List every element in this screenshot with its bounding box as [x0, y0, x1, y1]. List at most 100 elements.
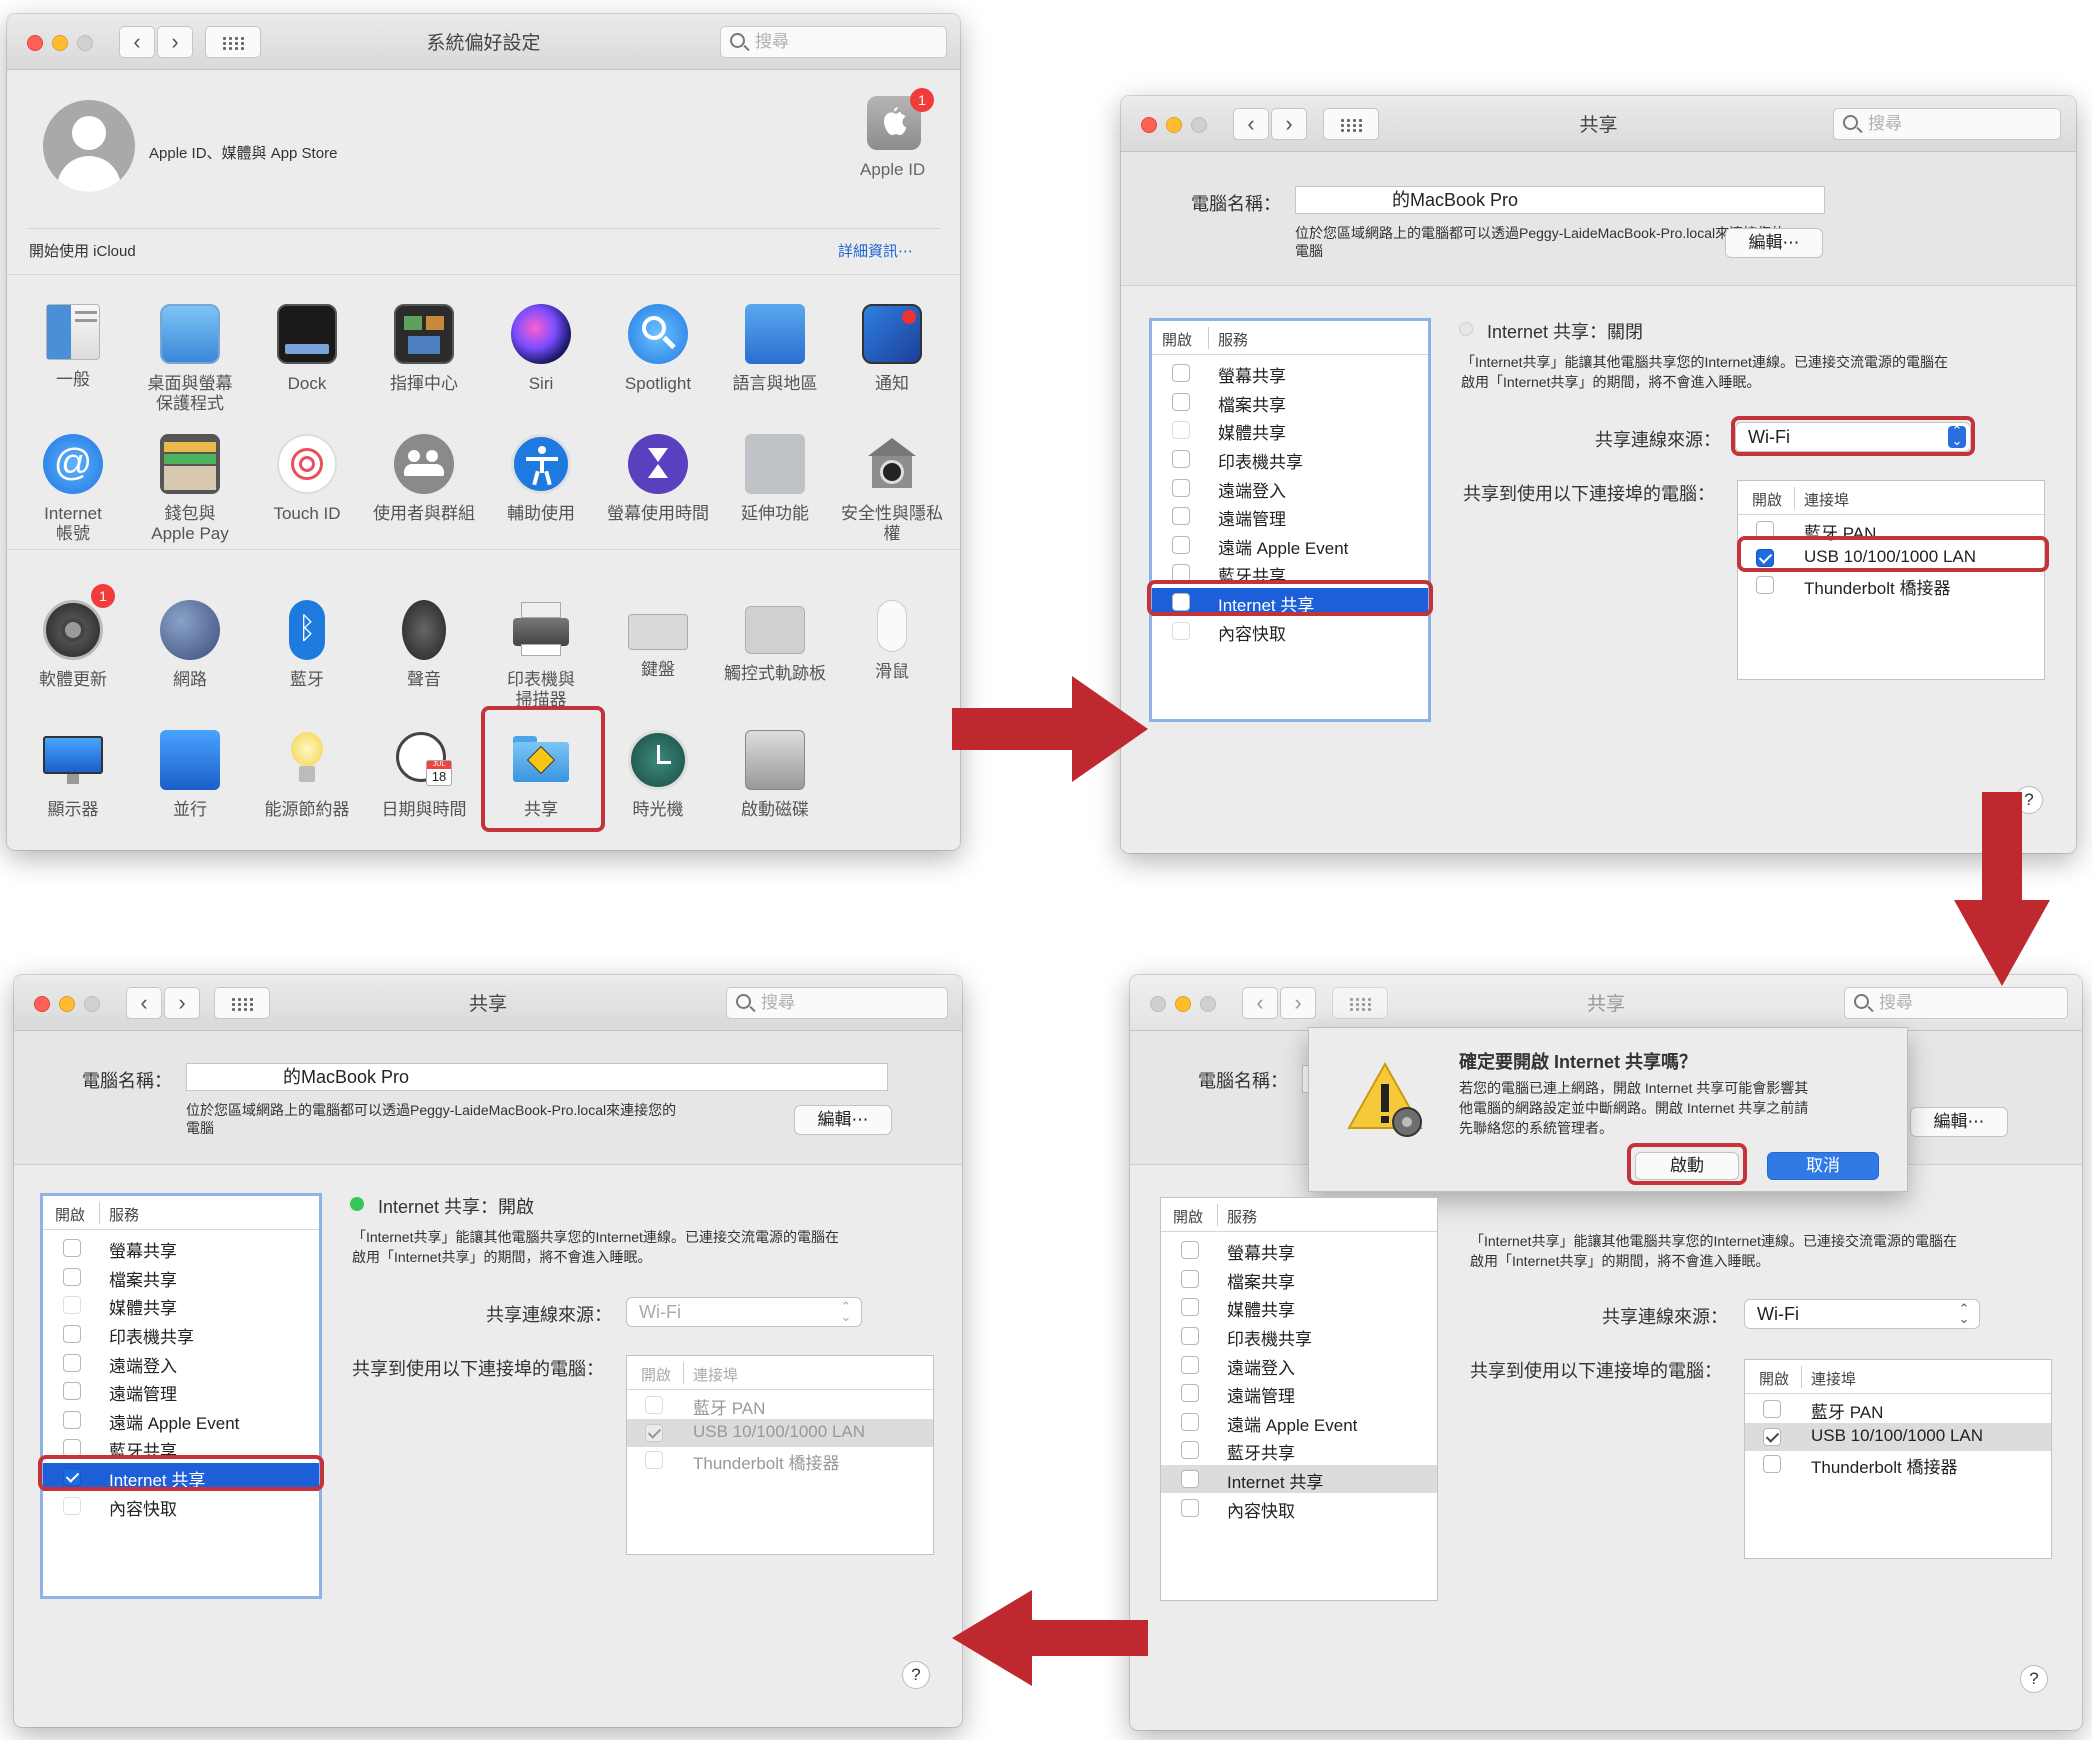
service-row[interactable]: 內容快取 — [1152, 617, 1428, 645]
port-row-usb[interactable]: USB 10/100/1000 LAN — [1745, 1423, 2051, 1451]
pref-touch-id[interactable]: Touch ID — [248, 434, 366, 524]
pref-security-privacy[interactable]: 安全性與隱私權 — [833, 434, 951, 544]
search-field[interactable]: 搜尋 — [726, 987, 948, 1019]
edit-button[interactable]: 編輯⋯ — [1910, 1107, 2008, 1137]
checkbox[interactable] — [1172, 507, 1190, 525]
pref-printers-scanners[interactable]: 印表機與 掃描器 — [482, 600, 600, 710]
pref-accessibility[interactable]: 輔助使用 — [482, 434, 600, 524]
service-row[interactable]: 內容快取 — [1161, 1494, 1437, 1522]
service-row[interactable]: 檔案共享 — [1161, 1265, 1437, 1293]
zoom-button[interactable] — [77, 35, 93, 51]
checkbox[interactable] — [63, 1411, 81, 1429]
checkbox[interactable] — [645, 1451, 663, 1469]
zoom-button[interactable] — [1191, 117, 1207, 133]
checkbox[interactable] — [1172, 393, 1190, 411]
back-button[interactable]: ‹ — [126, 987, 162, 1019]
service-row[interactable]: 螢幕共享 — [43, 1234, 319, 1262]
pref-wallet-applepay[interactable]: 錢包與 Apple Pay — [131, 434, 249, 544]
checkbox[interactable] — [1763, 1400, 1781, 1418]
checkbox[interactable] — [63, 1354, 81, 1372]
service-row[interactable]: 檔案共享 — [1152, 388, 1428, 416]
close-button[interactable] — [1141, 117, 1157, 133]
checkbox[interactable] — [1181, 1356, 1199, 1374]
service-row[interactable]: 遠端 Apple Event — [1152, 531, 1428, 559]
checkbox[interactable] — [1172, 421, 1190, 439]
port-row[interactable]: Thunderbolt 橋接器 — [1738, 571, 2044, 599]
pref-siri[interactable]: Siri — [482, 304, 600, 394]
source-popup[interactable]: Wi-Fi ⌃ ⌄ — [1744, 1299, 1980, 1329]
avatar[interactable] — [43, 100, 135, 192]
minimize-button[interactable] — [1175, 996, 1191, 1012]
service-row[interactable]: 藍牙共享 — [1161, 1436, 1437, 1464]
checkbox[interactable] — [63, 1325, 81, 1343]
checkbox[interactable] — [1181, 1441, 1199, 1459]
service-row[interactable]: 遠端 Apple Event — [43, 1406, 319, 1434]
checkbox[interactable] — [1763, 1455, 1781, 1473]
pref-network[interactable]: 網路 — [131, 600, 249, 690]
pref-sound[interactable]: 聲音 — [365, 600, 483, 690]
service-row-internet[interactable]: Internet 共享 — [1161, 1465, 1437, 1493]
forward-button[interactable]: › — [157, 26, 193, 58]
pref-sidecar[interactable]: 並行 — [131, 730, 249, 820]
edit-button[interactable]: 編輯⋯ — [794, 1105, 892, 1135]
details-link[interactable]: 詳細資訊⋯ — [838, 240, 913, 261]
pref-dock[interactable]: Dock — [248, 304, 366, 394]
pref-energy-saver[interactable]: 能源節約器 — [248, 730, 366, 820]
pref-spotlight[interactable]: Spotlight — [599, 304, 717, 394]
service-row[interactable]: 遠端 Apple Event — [1161, 1408, 1437, 1436]
search-field[interactable]: 搜尋 — [1844, 987, 2068, 1019]
pref-mission-control[interactable]: 指揮中心 — [365, 304, 483, 394]
show-all-grid-button[interactable] — [1332, 987, 1388, 1019]
zoom-button[interactable] — [84, 996, 100, 1012]
help-button[interactable]: ? — [902, 1661, 930, 1689]
forward-button[interactable]: › — [164, 987, 200, 1019]
back-button[interactable]: ‹ — [1233, 108, 1269, 140]
checkbox[interactable] — [1172, 622, 1190, 640]
port-row[interactable]: Thunderbolt 橋接器 — [627, 1446, 933, 1474]
help-button[interactable]: ? — [2020, 1665, 2048, 1693]
pref-general[interactable]: 一般 — [14, 304, 132, 390]
service-row[interactable]: 遠端登入 — [1152, 474, 1428, 502]
zoom-button[interactable] — [1200, 996, 1216, 1012]
show-all-grid-button[interactable] — [214, 987, 270, 1019]
computer-name-field[interactable]: 的MacBook Pro — [186, 1063, 888, 1091]
pref-mouse[interactable]: 滑鼠 — [833, 600, 951, 682]
port-row-usb[interactable]: USB 10/100/1000 LAN — [627, 1419, 933, 1447]
back-button[interactable]: ‹ — [1242, 987, 1278, 1019]
service-row[interactable]: 遠端管理 — [43, 1377, 319, 1405]
close-button[interactable] — [34, 996, 50, 1012]
checkbox[interactable] — [63, 1497, 81, 1515]
checkbox-checked[interactable] — [645, 1424, 663, 1442]
pref-users-groups[interactable]: 使用者與群組 — [365, 434, 483, 524]
checkbox[interactable] — [1181, 1413, 1199, 1431]
pref-time-machine[interactable]: 時光機 — [599, 730, 717, 820]
service-row[interactable]: 印表機共享 — [1161, 1322, 1437, 1350]
service-row[interactable]: 遠端管理 — [1161, 1379, 1437, 1407]
service-row[interactable]: 內容快取 — [43, 1492, 319, 1520]
forward-button[interactable]: › — [1271, 108, 1307, 140]
port-row[interactable]: 藍牙 PAN — [627, 1391, 933, 1419]
checkbox[interactable] — [1181, 1298, 1199, 1316]
checkbox[interactable] — [63, 1239, 81, 1257]
cancel-button[interactable]: 取消 — [1767, 1152, 1879, 1180]
checkbox[interactable] — [1756, 576, 1774, 594]
minimize-button[interactable] — [52, 35, 68, 51]
checkbox[interactable] — [1181, 1241, 1199, 1259]
pref-desktop-screensaver[interactable]: 桌面與螢幕 保護程式 — [131, 304, 249, 414]
pref-notifications[interactable]: 通知 — [833, 304, 951, 394]
minimize-button[interactable] — [59, 996, 75, 1012]
pref-screen-time[interactable]: 螢幕使用時間 — [599, 434, 717, 524]
pref-displays[interactable]: 顯示器 — [14, 730, 132, 820]
service-row[interactable]: 媒體共享 — [43, 1291, 319, 1319]
close-button[interactable] — [27, 35, 43, 51]
pref-bluetooth[interactable]: ᛒ 藍牙 — [248, 600, 366, 690]
checkbox-checked[interactable] — [1763, 1428, 1781, 1446]
close-button[interactable] — [1150, 996, 1166, 1012]
pref-date-time[interactable]: JUL 18 日期與時間 — [365, 730, 483, 820]
checkbox[interactable] — [645, 1396, 663, 1414]
checkbox[interactable] — [63, 1382, 81, 1400]
edit-button[interactable]: 編輯⋯ — [1725, 228, 1823, 258]
port-row[interactable]: 藍牙 PAN — [1745, 1395, 2051, 1423]
source-popup-disabled[interactable]: Wi-Fi ⌃ ⌄ — [626, 1297, 862, 1327]
service-row[interactable]: 印表機共享 — [43, 1320, 319, 1348]
